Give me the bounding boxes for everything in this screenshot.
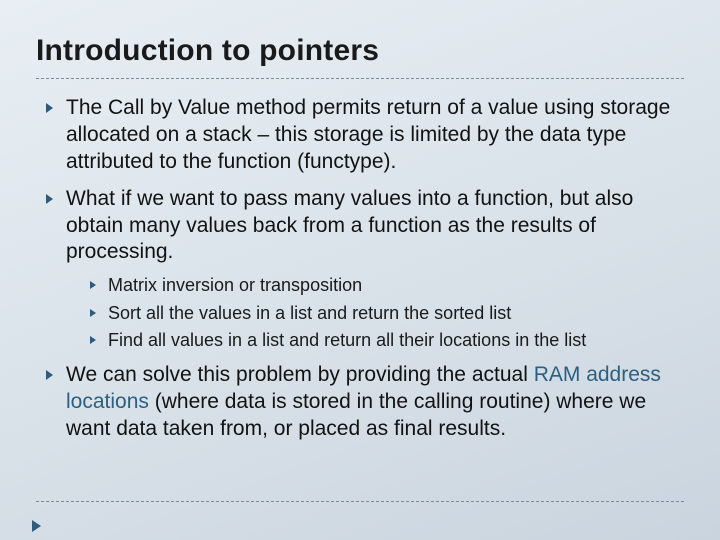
bullet-text: The Call by Value method permits return …: [66, 96, 670, 173]
sub-bullet-item: Matrix inversion or transposition: [86, 274, 678, 297]
slide: Introduction to pointers The Call by Val…: [0, 0, 720, 540]
bullet-item: We can solve this problem by providing t…: [42, 362, 678, 443]
bullet-text: Matrix inversion or transposition: [108, 275, 362, 295]
corner-arrow-icon: [32, 520, 41, 532]
bullet-item: What if we want to pass many values into…: [42, 186, 678, 353]
sub-bullet-list: Matrix inversion or transposition Sort a…: [86, 274, 678, 352]
bullet-text: What if we want to pass many values into…: [66, 187, 633, 264]
bullet-text: Sort all the values in a list and return…: [108, 303, 511, 323]
sub-bullet-item: Find all values in a list and return all…: [86, 329, 678, 352]
bullet-item: The Call by Value method permits return …: [42, 95, 678, 176]
bullet-text: Find all values in a list and return all…: [108, 330, 586, 350]
bullet-text-post: (where data is stored in the calling rou…: [66, 390, 646, 440]
bullet-list: The Call by Value method permits return …: [36, 95, 684, 443]
bullet-text-pre: We can solve this problem by providing t…: [66, 363, 534, 386]
sub-bullet-item: Sort all the values in a list and return…: [86, 302, 678, 325]
divider-top: [36, 78, 684, 79]
divider-bottom: [36, 501, 684, 502]
slide-title: Introduction to pointers: [36, 34, 684, 68]
